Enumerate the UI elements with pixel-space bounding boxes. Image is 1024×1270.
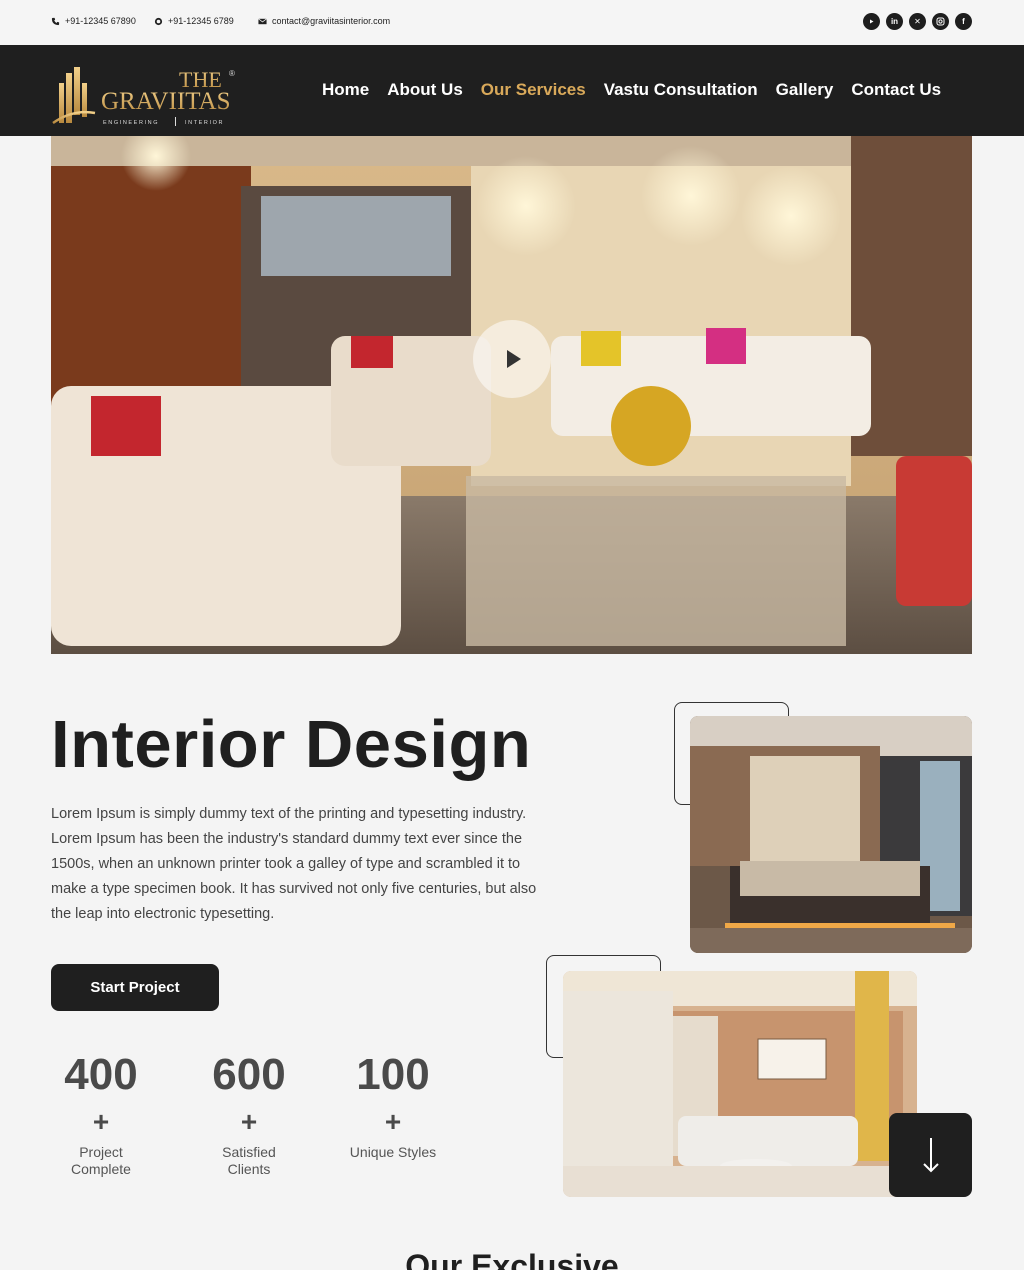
nav-our-services[interactable]: Our Services	[481, 80, 586, 100]
stat-plus: +	[92, 1106, 110, 1137]
phone-icon	[51, 17, 60, 25]
section-description: Lorem Ipsum is simply dummy text of the …	[51, 806, 537, 922]
main-navbar: THE GRAVIITAS ® ENGINEERING INTERIOR Hom…	[0, 45, 1024, 136]
logo-line2: GRAVIITAS	[101, 88, 231, 115]
email-contact[interactable]: contact@graviitasinterior.com	[258, 16, 390, 26]
phone-number-1: +91-12345 67890	[65, 16, 136, 26]
nav-links: Home About Us Our Services Vastu Consult…	[322, 80, 941, 100]
scroll-down-button[interactable]	[889, 1113, 972, 1197]
instagram-icon[interactable]	[932, 13, 949, 30]
stat-plus: +	[384, 1106, 402, 1137]
stat-clients: 600 + Satisfied Clients	[199, 1050, 299, 1178]
graviitas-logo[interactable]: THE GRAVIITAS ® ENGINEERING INTERIOR	[51, 57, 241, 129]
stat-number: 600	[212, 1050, 286, 1099]
top-contact-bar: +91-12345 67890 +91-12345 6789 contact@g…	[0, 0, 1024, 45]
start-project-button[interactable]: Start Project	[51, 964, 219, 1011]
linkedin-icon[interactable]: in	[886, 13, 903, 30]
stat-styles: 100 + Unique Styles	[337, 1050, 449, 1161]
mail-icon	[258, 18, 267, 24]
stat-label-line1: Satisfied	[222, 1144, 276, 1160]
stat-plus: +	[240, 1106, 258, 1137]
whatsapp-contact[interactable]: +91-12345 6789	[154, 16, 234, 26]
phone-number-2: +91-12345 6789	[168, 16, 234, 26]
logo-tag-interior: INTERIOR	[185, 120, 224, 126]
logo-tag-engineering: ENGINEERING	[103, 120, 159, 126]
stat-label-line1: Unique Styles	[349, 1144, 437, 1160]
x-icon[interactable]: ✕	[909, 13, 926, 30]
registered-mark: ®	[229, 69, 235, 78]
whatsapp-icon	[154, 17, 163, 25]
hero-video-thumbnail[interactable]	[51, 136, 972, 654]
youtube-icon[interactable]	[863, 13, 880, 30]
arrow-down-icon	[922, 1138, 939, 1173]
bedroom-image	[690, 716, 972, 953]
social-links: in ✕ f	[863, 13, 972, 30]
stat-label-line2: Complete	[71, 1161, 131, 1177]
email-address: contact@graviitasinterior.com	[272, 16, 391, 26]
next-section-title: Our Exclusive	[405, 1248, 619, 1270]
section-title: Interior Design	[51, 707, 532, 782]
phone-contact[interactable]: +91-12345 67890	[51, 16, 136, 26]
living-room-small-image	[563, 971, 917, 1197]
stat-number: 400	[64, 1050, 138, 1099]
facebook-icon[interactable]: f	[955, 13, 972, 30]
nav-gallery[interactable]: Gallery	[776, 80, 834, 100]
stat-number: 100	[356, 1050, 430, 1099]
stat-label-line1: Project	[79, 1144, 123, 1160]
nav-vastu-consultation[interactable]: Vastu Consultation	[604, 80, 758, 100]
nav-about-us[interactable]: About Us	[387, 80, 463, 100]
play-video-button[interactable]	[473, 320, 551, 398]
stat-projects: 400 + Project Complete	[51, 1050, 151, 1178]
stat-label-line2: Clients	[227, 1161, 271, 1177]
nav-contact-us[interactable]: Contact Us	[851, 80, 941, 100]
nav-home[interactable]: Home	[322, 80, 369, 100]
